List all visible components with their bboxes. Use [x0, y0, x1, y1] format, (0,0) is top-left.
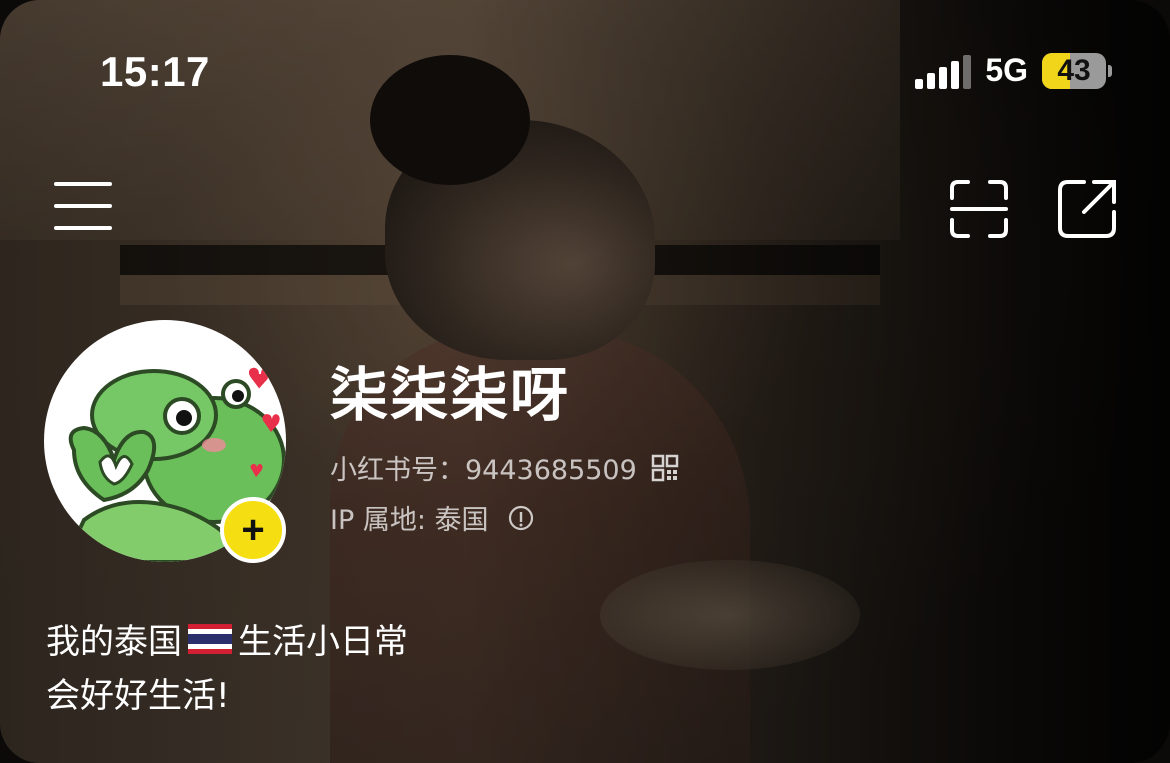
bio-line-2: 会好好生活!	[46, 676, 230, 716]
status-time: 15:17	[100, 48, 210, 95]
bio-text-before-flag: 我的泰国	[46, 622, 182, 662]
ip-location-label: IP 属地: 泰国	[330, 505, 489, 536]
qrcode-icon[interactable]	[651, 454, 679, 482]
battery-tip	[1108, 64, 1112, 77]
profile-header: 15:17 5G 43 + 柒柒柒呀 小红书号：9443685509 IP 属地…	[0, 0, 1170, 763]
share-icon[interactable]	[1056, 178, 1118, 240]
status-indicators: 5G 43	[915, 52, 1112, 89]
info-icon[interactable]	[507, 504, 535, 532]
bio-text-after-flag: 生活小日常	[238, 622, 408, 662]
battery-level: 43	[1057, 53, 1091, 87]
user-id-row: 小红书号：9443685509	[330, 448, 679, 487]
thailand-flag-icon	[188, 623, 232, 654]
signal-icon	[915, 53, 972, 89]
battery-icon: 43	[1042, 52, 1106, 89]
bio-line-1: 我的泰国 生活小日常	[46, 614, 408, 663]
follow-add-button[interactable]: +	[220, 497, 286, 563]
nickname: 柒柒柒呀	[330, 361, 571, 429]
ip-location-row: IP 属地: 泰国	[330, 498, 535, 537]
menu-icon[interactable]	[54, 180, 112, 232]
scan-icon[interactable]	[948, 178, 1010, 240]
network-type: 5G	[985, 52, 1028, 88]
user-id-label: 小红书号：9443685509	[330, 455, 637, 486]
